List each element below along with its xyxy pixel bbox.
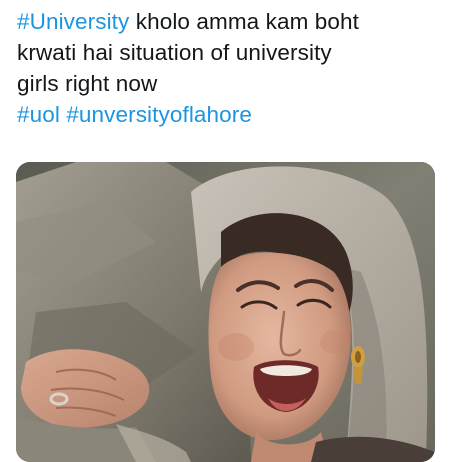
- tweet-text: #University kholo amma kam boht krwati h…: [17, 6, 437, 130]
- tweet-line-2: krwati hai situation of university: [17, 40, 332, 65]
- tweet-media-image[interactable]: [16, 162, 435, 462]
- tweet-line-4: #uol #unversityoflahore: [17, 99, 437, 130]
- tweet-line-3: girls right now: [17, 71, 158, 96]
- crying-woman-photo: [16, 162, 435, 462]
- hashtag-university-link[interactable]: #University: [17, 9, 129, 34]
- tweet-text-segment: kholo amma kam boht: [129, 9, 359, 34]
- hashtag-uol-link[interactable]: #uol: [17, 102, 60, 127]
- hashtag-unversityoflahore-link[interactable]: #unversityoflahore: [66, 102, 252, 127]
- tweet-line-1: #University kholo amma kam boht: [17, 6, 437, 37]
